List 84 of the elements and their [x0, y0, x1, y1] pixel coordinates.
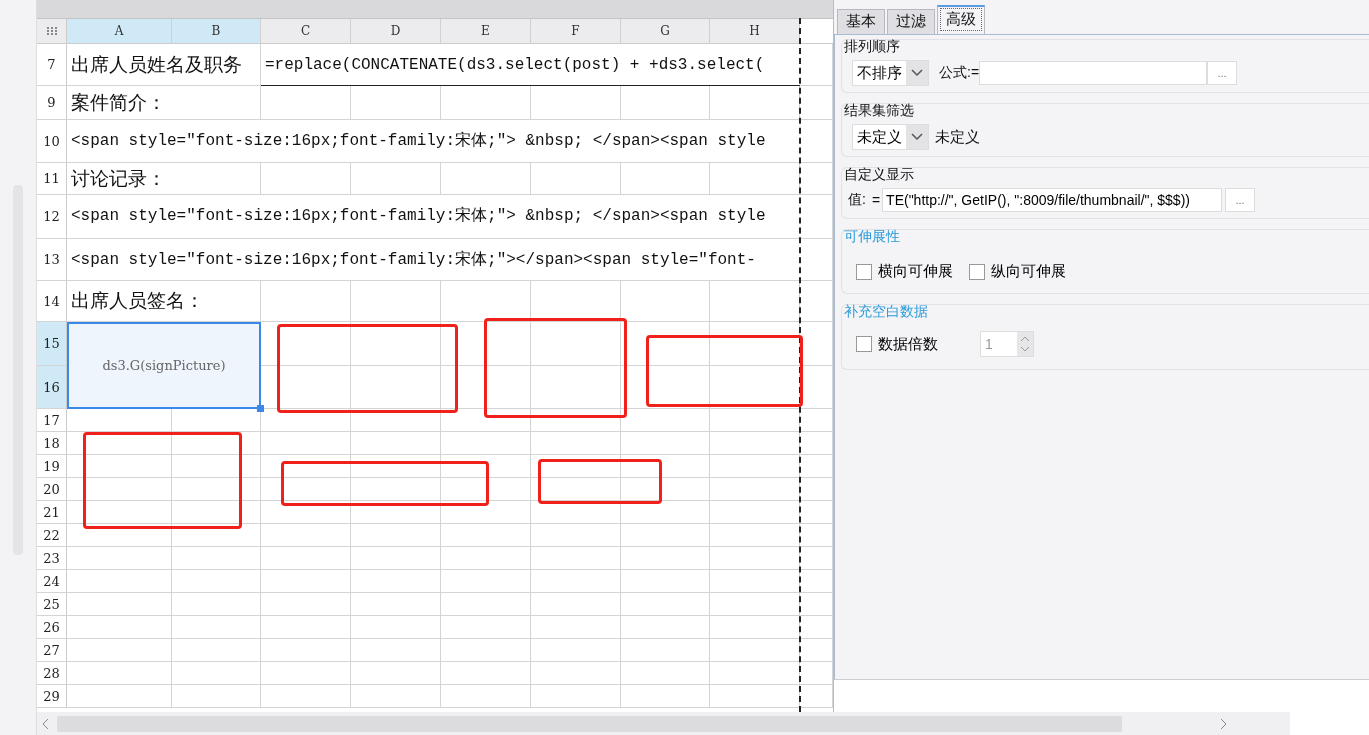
column-header[interactable]: H	[710, 19, 800, 44]
section-title: 结果集筛选	[843, 102, 915, 120]
dropdown[interactable]: 不排序	[852, 60, 929, 86]
table-cell	[800, 195, 833, 239]
table-cell	[800, 86, 833, 120]
table-cell[interactable]: ds3.G(signPicture)	[67, 322, 261, 409]
row-number[interactable]: 25	[37, 593, 67, 616]
column-header[interactable]: D	[351, 19, 441, 44]
table-cell	[800, 239, 833, 281]
table-cell	[800, 281, 833, 322]
table-cell	[800, 455, 833, 478]
more-button[interactable]: ...	[1225, 188, 1256, 212]
field-label: 值:	[848, 191, 866, 209]
table-cell	[800, 120, 833, 163]
fill-handle[interactable]	[257, 405, 264, 412]
row-number[interactable]: 29	[37, 685, 67, 708]
row-number[interactable]: 21	[37, 501, 67, 524]
table-cell	[800, 366, 833, 409]
table-cell	[800, 44, 833, 86]
row-number[interactable]: 15	[37, 322, 67, 366]
column-header[interactable]: C	[261, 19, 351, 44]
column-header[interactable]: G	[621, 19, 710, 44]
section-title: 排列顺序	[843, 38, 901, 56]
row-number[interactable]: 16	[37, 366, 67, 409]
tab[interactable]: 基本	[837, 9, 885, 34]
table-cell	[800, 593, 833, 616]
grip-icon[interactable]	[45, 26, 58, 36]
formula-field[interactable]	[979, 61, 1208, 85]
more-button[interactable]: ...	[1207, 61, 1238, 85]
row-number[interactable]: 11	[37, 163, 67, 195]
row-number[interactable]: 24	[37, 570, 67, 593]
row-number[interactable]: 19	[37, 455, 67, 478]
value-field[interactable]: TE("http://", GetIP(), ":8009/file/thumbnail/", $$$))	[882, 188, 1223, 212]
table-cell	[800, 478, 833, 501]
column-header[interactable]: F	[531, 19, 621, 44]
section-title: 可伸展性	[843, 228, 901, 246]
checkbox[interactable]: 横向可伸展	[856, 262, 953, 281]
row-number[interactable]: 9	[37, 86, 67, 120]
table-cell	[800, 524, 833, 547]
table-cell	[800, 322, 833, 366]
table-cell: 出席人员签名：	[67, 281, 261, 322]
tab[interactable]: 高级	[937, 5, 985, 34]
table-cell	[800, 409, 833, 432]
row-number[interactable]: 23	[37, 547, 67, 570]
column-header[interactable]: B	[172, 19, 261, 44]
table-cell	[800, 547, 833, 570]
row-number[interactable]: 18	[37, 432, 67, 455]
row-number[interactable]: 28	[37, 662, 67, 685]
row-number[interactable]: 22	[37, 524, 67, 547]
chevron-down-icon	[911, 69, 923, 77]
row-number[interactable]: 13	[37, 239, 67, 281]
field-label: 公式:=	[939, 64, 980, 82]
equals-sign: =	[871, 192, 881, 208]
table-cell	[800, 163, 833, 195]
section-title: 补充空白数据	[843, 303, 929, 321]
row-number[interactable]: 10	[37, 120, 67, 163]
row-number[interactable]: 12	[37, 195, 67, 239]
row-number[interactable]: 20	[37, 478, 67, 501]
table-cell	[800, 432, 833, 455]
checkbox[interactable]: 数据倍数	[856, 334, 938, 354]
tab[interactable]: 过滤	[887, 9, 935, 34]
checkbox[interactable]: 纵向可伸展	[969, 262, 1066, 281]
row-number[interactable]: 14	[37, 281, 67, 322]
horizontal-scrollbar[interactable]	[37, 712, 1290, 735]
row-number[interactable]: 27	[37, 639, 67, 662]
table-cell: 案件简介：	[67, 86, 261, 120]
table-cell	[800, 616, 833, 639]
column-header[interactable]: A	[67, 19, 172, 44]
chevron-down-icon	[911, 133, 923, 141]
table-cell	[800, 685, 833, 708]
chevron-right-icon[interactable]	[1218, 717, 1228, 730]
table-cell	[800, 501, 833, 524]
section-title: 自定义显示	[843, 166, 915, 184]
row-number[interactable]: 26	[37, 616, 67, 639]
row-number[interactable]: 7	[37, 44, 67, 86]
table-cell	[800, 570, 833, 593]
row-number[interactable]: 17	[37, 409, 67, 432]
dropdown[interactable]: 未定义	[852, 124, 929, 150]
table-cell: 讨论记录：	[67, 163, 261, 195]
table-cell: 出席人员姓名及职务	[67, 44, 261, 86]
column-header[interactable]: E	[441, 19, 531, 44]
filter-value: 未定义	[935, 127, 980, 147]
chevron-left-icon[interactable]	[41, 717, 51, 730]
table-cell	[800, 639, 833, 662]
